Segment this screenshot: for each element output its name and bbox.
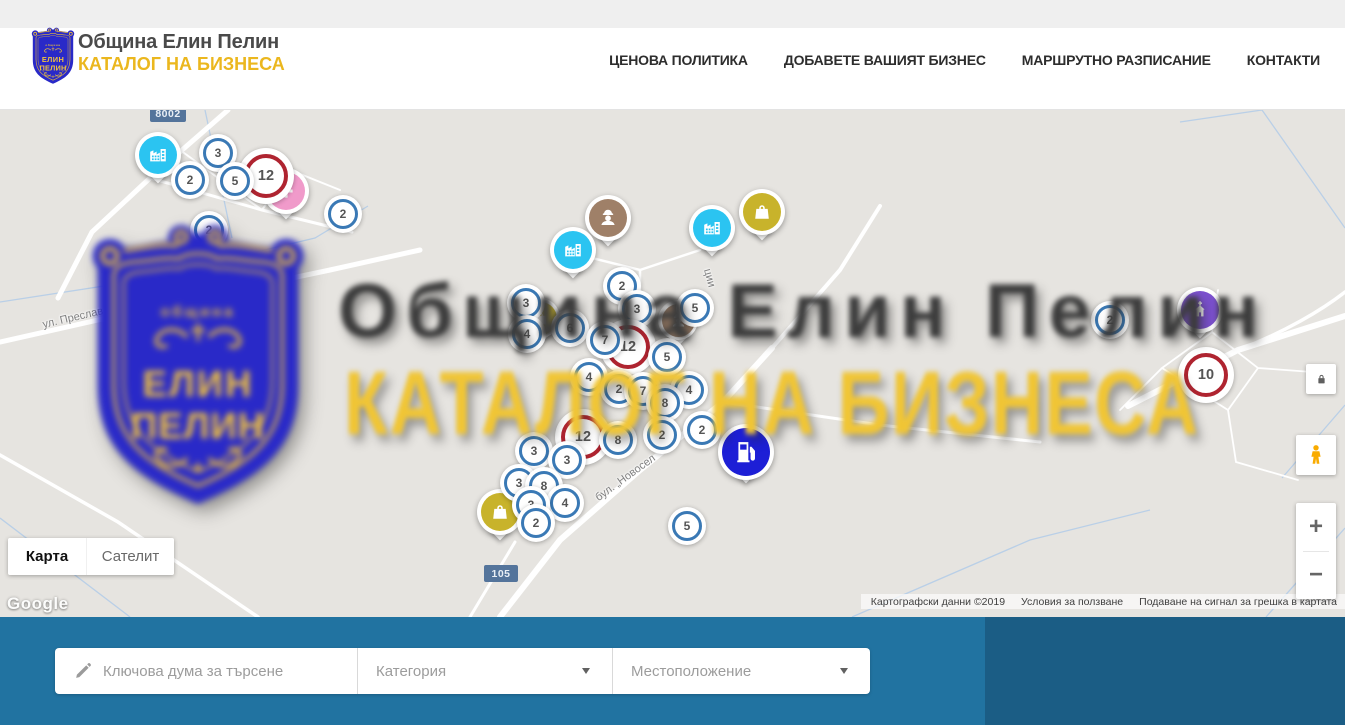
nav-route-schedule[interactable]: МАРШРУТНО РАЗПИСАНИЕ [1022,52,1211,68]
map-cluster[interactable]: 2 [643,416,681,454]
zoom-out-button[interactable]: − [1296,552,1336,600]
map-cluster[interactable]: 2 [683,411,721,449]
pencil-icon [73,661,93,681]
map-pin-church[interactable] [1177,287,1223,333]
header: Община Елин Пелин КАТАЛОГ НА БИЗНЕСА ЦЕН… [0,28,1345,110]
main-nav: ЦЕНОВА ПОЛИТИКА ДОБАВЕТЕ ВАШИЯТ БИЗНЕС М… [609,52,1320,68]
map-pin-fuel[interactable] [718,424,774,480]
map-pin-bag[interactable] [739,189,785,235]
keyword-search-input[interactable] [55,648,357,694]
location-select-value: Местоположение [631,663,751,680]
google-logo[interactable]: Google [7,594,69,614]
search-fields-group: Категория Местоположение [55,648,870,694]
map-type-map-button[interactable]: Карта [8,538,86,575]
brand: Община Елин Пелин КАТАЛОГ НА БИЗНЕСА [78,31,285,75]
map-canvas[interactable]: ул. Преславбул. „Новоселции8002105 31225… [0,110,1345,617]
keyword-section [55,648,358,694]
map-pin-factory[interactable] [550,227,596,273]
nav-add-your-business[interactable]: ДОБАВЕТЕ ВАШИЯТ БИЗНЕС [784,52,986,68]
lock-icon [1314,372,1329,387]
map-cluster[interactable]: 5 [216,162,254,200]
map-cluster[interactable]: 4 [508,315,546,353]
markers-layer: 31225222353212647510427482212833384325 [0,110,1345,617]
nav-pricing-policy[interactable]: ЦЕНОВА ПОЛИТИКА [609,52,748,68]
chevron-down-icon [840,668,848,674]
map-type-control: Карта Сателит [8,538,174,575]
location-select[interactable]: Местоположение [613,648,870,694]
map-attribution: Картографски данни ©2019 Условия за полз… [861,594,1345,609]
municipality-emblem-logo[interactable] [30,25,76,85]
map-cluster[interactable]: 8 [599,421,637,459]
attribution-terms-link[interactable]: Условия за ползване [1021,596,1123,608]
search-action-panel [985,617,1345,725]
chevron-down-icon [582,668,590,674]
map-cluster[interactable]: 2 [190,211,228,249]
map-cluster[interactable]: 5 [648,338,686,376]
brand-title: Община Елин Пелин [78,31,285,53]
map-cluster[interactable]: 2 [324,195,362,233]
map-pin-factory[interactable] [689,205,735,251]
zoom-in-button[interactable]: + [1296,503,1336,551]
map-cluster[interactable]: 2 [1091,301,1129,339]
zoom-control: + − [1296,503,1336,599]
attribution-copyright: Картографски данни ©2019 [871,596,1005,608]
map-cluster[interactable]: 2 [171,161,209,199]
lock-control[interactable] [1306,364,1336,394]
page: Община Елин Пелин КАТАЛОГ НА БИЗНЕСА ЦЕН… [0,0,1345,725]
nav-contacts[interactable]: КОНТАКТИ [1247,52,1320,68]
category-select[interactable]: Категория [358,648,613,694]
map-cluster[interactable]: 5 [668,507,706,545]
top-strip [0,0,1345,28]
map-type-satellite-button[interactable]: Сателит [86,538,174,575]
map-cluster[interactable]: 2 [517,504,555,542]
search-bar: Категория Местоположение ТЪРСЕНЕ [0,617,1345,725]
map-cluster[interactable]: 7 [586,321,624,359]
category-select-value: Категория [376,663,446,680]
brand-subtitle: КАТАЛОГ НА БИЗНЕСА [78,55,285,75]
map-cluster[interactable]: 10 [1178,347,1234,403]
pegman-control[interactable] [1296,435,1336,475]
map-cluster[interactable]: 6 [551,309,589,347]
map-cluster[interactable]: 5 [676,289,714,327]
pegman-icon [1304,443,1328,467]
